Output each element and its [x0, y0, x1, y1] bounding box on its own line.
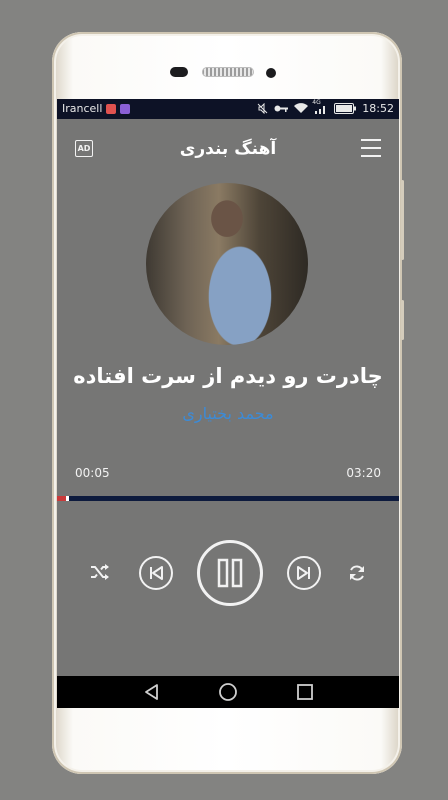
seek-bar-thumb[interactable]: [65, 496, 69, 501]
skip-next-icon: [297, 566, 310, 580]
screen: Irancell 4G 18:52 AD آهنگ بندری چادرت رو…: [57, 99, 399, 708]
notification-gallery-icon: [120, 103, 131, 114]
app-bar: AD آهنگ بندری: [57, 119, 399, 179]
play-pause-button[interactable]: [197, 540, 263, 606]
shuffle-icon[interactable]: [89, 561, 111, 583]
key-icon: [274, 105, 289, 112]
repeat-icon[interactable]: [347, 563, 367, 583]
signal-icon: 4G: [312, 99, 328, 115]
nav-home-icon[interactable]: [218, 682, 238, 702]
skip-previous-icon: [150, 566, 163, 580]
front-camera: [170, 67, 188, 77]
proximity-sensor: [266, 68, 276, 78]
earpiece-speaker: [202, 67, 254, 77]
previous-button[interactable]: [139, 556, 173, 590]
clock: 18:52: [362, 102, 394, 115]
nav-back-icon[interactable]: [143, 683, 161, 701]
notification-app-icon: [106, 103, 117, 114]
artist-name: محمد بختیاری: [182, 404, 274, 423]
elapsed-time: 00:05: [75, 466, 110, 480]
pause-icon: [217, 558, 243, 588]
battery-icon: [334, 103, 357, 114]
power-button: [401, 300, 404, 340]
status-bar: Irancell 4G 18:52: [57, 99, 399, 119]
total-duration: 03:20: [346, 466, 381, 480]
hamburger-menu-icon[interactable]: [361, 139, 381, 157]
song-title: چادرت رو دیدم از سرت افتاده: [73, 364, 383, 388]
seek-bar[interactable]: [57, 496, 399, 501]
wifi-icon: [294, 103, 309, 113]
seek-bar-progress: [57, 496, 66, 501]
app-title: آهنگ بندری: [179, 139, 277, 159]
album-art: [146, 183, 308, 345]
next-button[interactable]: [287, 556, 321, 590]
mute-icon: [257, 103, 268, 114]
volume-button: [401, 180, 404, 260]
navigation-bar: [57, 676, 399, 708]
nav-recents-icon[interactable]: [296, 683, 314, 701]
carrier-name: Irancell: [62, 102, 103, 115]
